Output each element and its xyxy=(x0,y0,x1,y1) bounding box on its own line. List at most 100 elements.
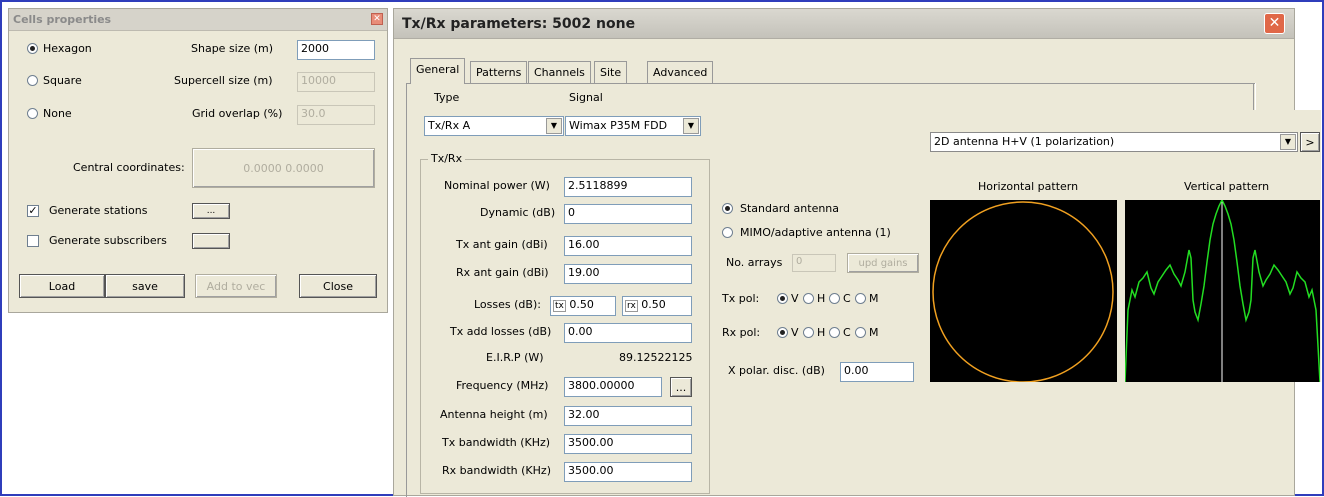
tx-ant-gain-input[interactable]: 16.00 xyxy=(564,236,692,256)
generate-stations-checkbox[interactable]: ✓ xyxy=(27,205,39,217)
central-coordinates-button: 0.0000 0.0000 xyxy=(192,148,375,188)
tab-patterns[interactable]: Patterns xyxy=(470,61,528,83)
tx-pol-h-label: H xyxy=(817,292,826,305)
tx-bandwidth-input[interactable]: 3500.00 xyxy=(564,434,692,454)
save-button[interactable]: save xyxy=(105,274,185,298)
rx-pol-c-radio[interactable] xyxy=(829,327,840,338)
antenna-panel: Standard antenna MIMO/adaptive antenna (… xyxy=(710,110,1321,382)
shape-size-input[interactable]: 2000 xyxy=(297,40,375,60)
rx-ant-gain-label: Rx ant gain (dBi) xyxy=(456,266,549,279)
eirp-value: 89.12522125 xyxy=(619,351,693,364)
tx-pol-v-radio[interactable] xyxy=(777,293,788,304)
no-arrays-label: No. arrays xyxy=(726,256,783,269)
rx-pol-h-radio[interactable] xyxy=(803,327,814,338)
mimo-antenna-label: MIMO/adaptive antenna (1) xyxy=(740,226,891,239)
frequency-input[interactable]: 3800.00000 xyxy=(564,377,662,397)
generate-subscribers-checkbox[interactable] xyxy=(27,235,39,247)
cells-properties-window: Cells properties ✕ Hexagon Square None S… xyxy=(8,8,388,313)
rx-pol-h-label: H xyxy=(817,326,826,339)
rx-pol-v-radio[interactable] xyxy=(777,327,788,338)
none-label: None xyxy=(43,107,72,120)
cells-close-icon[interactable]: ✕ xyxy=(371,13,383,25)
tx-pol-v-label: V xyxy=(791,292,799,305)
load-button[interactable]: Load xyxy=(19,274,105,298)
rx-pol-label: Rx pol: xyxy=(722,326,761,339)
supercell-label: Supercell size (m) xyxy=(174,74,273,87)
shape-size-label: Shape size (m) xyxy=(191,42,274,55)
tab-advanced[interactable]: Advanced xyxy=(647,61,714,83)
cells-window-title: Cells properties xyxy=(13,13,112,26)
type-select[interactable]: Tx/Rx A ▼ xyxy=(424,116,564,136)
next-pattern-button[interactable]: > xyxy=(1300,132,1320,152)
frequency-picker-button[interactable]: ... xyxy=(670,377,692,397)
rx-pol-m-radio[interactable] xyxy=(855,327,866,338)
type-label: Type xyxy=(434,91,460,104)
tx-ant-gain-label: Tx ant gain (dBi) xyxy=(456,238,548,251)
txrx-titlebar[interactable]: Tx/Rx parameters: 5002 none ✕ xyxy=(394,9,1294,39)
chevron-down-icon[interactable]: ▼ xyxy=(683,118,699,134)
standard-antenna-label: Standard antenna xyxy=(740,202,840,215)
mimo-antenna-radio[interactable] xyxy=(722,227,733,238)
hexagon-label: Hexagon xyxy=(43,42,92,55)
signal-select[interactable]: Wimax P35M FDD ▼ xyxy=(565,116,701,136)
tx-pol-m-radio[interactable] xyxy=(855,293,866,304)
eirp-label: E.I.R.P (W) xyxy=(486,351,544,364)
frequency-label: Frequency (MHz) xyxy=(456,379,549,392)
tx-pol-c-label: C xyxy=(843,292,851,305)
losses-tx-tag: tx xyxy=(553,300,566,312)
generate-stations-button[interactable]: ... xyxy=(192,203,230,219)
losses-rx-tag: rx xyxy=(625,300,638,312)
losses-label: Losses (dB): xyxy=(474,298,541,311)
chevron-down-icon[interactable]: ▼ xyxy=(1280,134,1296,150)
square-radio[interactable] xyxy=(27,75,38,86)
horizontal-pattern-title: Horizontal pattern xyxy=(978,180,1079,193)
horizontal-pattern-curve xyxy=(932,201,1114,382)
standard-antenna-radio[interactable] xyxy=(722,203,733,214)
txrx-window-title: Tx/Rx parameters: 5002 none xyxy=(402,16,636,32)
grid-overlap-input: 30.0 xyxy=(297,105,375,125)
losses-rx-input[interactable]: rx 0.50 xyxy=(622,296,692,316)
hexagon-radio[interactable] xyxy=(27,43,38,54)
rx-pol-v-label: V xyxy=(791,326,799,339)
tx-pol-m-label: M xyxy=(869,292,879,305)
grid-overlap-label: Grid overlap (%) xyxy=(192,107,283,120)
tx-pol-label: Tx pol: xyxy=(722,292,760,305)
generate-subscribers-label: Generate subscribers xyxy=(49,234,167,247)
close-button[interactable]: Close xyxy=(299,274,377,298)
vertical-pattern-plot xyxy=(1125,200,1320,382)
tx-pol-c-radio[interactable] xyxy=(829,293,840,304)
rx-bandwidth-input[interactable]: 3500.00 xyxy=(564,462,692,482)
signal-label: Signal xyxy=(569,91,603,104)
central-coordinates-label: Central coordinates: xyxy=(73,161,185,174)
losses-tx-value: 0.50 xyxy=(569,298,594,311)
antenna-height-input[interactable]: 32.00 xyxy=(564,406,692,426)
nominal-power-label: Nominal power (W) xyxy=(444,179,550,192)
nominal-power-input[interactable]: 2.5118899 xyxy=(564,177,692,197)
supercell-input: 10000 xyxy=(297,72,375,92)
signal-select-value: Wimax P35M FDD xyxy=(569,119,668,132)
rx-bandwidth-label: Rx bandwidth (KHz) xyxy=(442,464,551,477)
add-to-vec-button: Add to vec xyxy=(195,274,277,298)
none-radio[interactable] xyxy=(27,108,38,119)
rx-ant-gain-input[interactable]: 19.00 xyxy=(564,264,692,284)
tx-add-losses-input[interactable]: 0.00 xyxy=(564,323,692,343)
generate-subscribers-button[interactable] xyxy=(192,233,230,249)
generate-stations-label: Generate stations xyxy=(49,204,148,217)
tx-pol-h-radio[interactable] xyxy=(803,293,814,304)
rx-pol-m-label: M xyxy=(869,326,879,339)
vertical-pattern-title: Vertical pattern xyxy=(1184,180,1270,193)
dynamic-input[interactable]: 0 xyxy=(564,204,692,224)
cells-titlebar[interactable]: Cells properties ✕ xyxy=(9,9,387,31)
txrx-close-icon[interactable]: ✕ xyxy=(1264,13,1285,34)
tab-site[interactable]: Site xyxy=(594,61,628,83)
x-polar-input[interactable]: 0.00 xyxy=(840,362,914,382)
losses-tx-input[interactable]: tx 0.50 xyxy=(550,296,616,316)
square-label: Square xyxy=(43,74,82,87)
tab-channels[interactable]: Channels xyxy=(528,61,591,83)
losses-rx-value: 0.50 xyxy=(641,298,666,311)
tab-general[interactable]: General xyxy=(410,58,466,84)
chevron-down-icon[interactable]: ▼ xyxy=(546,118,562,134)
x-polar-label: X polar. disc. (dB) xyxy=(728,364,825,377)
dynamic-label: Dynamic (dB) xyxy=(480,206,556,219)
pattern-select[interactable]: 2D antenna H+V (1 polarization) ▼ xyxy=(930,132,1298,152)
